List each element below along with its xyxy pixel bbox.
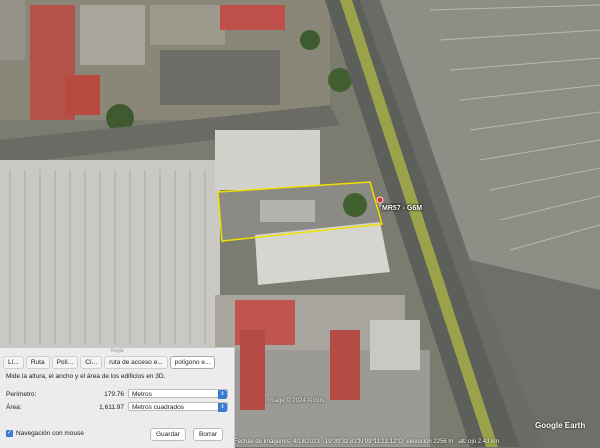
tab-path[interactable]: Ruta (25, 356, 50, 369)
area-label: Área: (6, 404, 22, 411)
tab-circle[interactable]: Cí... (80, 356, 103, 369)
checkmark-icon: ✓ (6, 430, 13, 437)
ruler-dialog: Regla Lí... Ruta Polí... Cí... ruta de a… (0, 347, 235, 448)
status-bar: Fechas de imágenes: 4/18/2023 19°39'32.8… (234, 437, 600, 447)
perimeter-label: Perímetro: (6, 391, 37, 398)
save-button[interactable]: Guardar (150, 428, 186, 441)
eye-altitude: alt. ojo 2.43 km (458, 439, 500, 445)
chevron-updown-icon: ⇕ (218, 403, 227, 412)
dialog-title: Regla (110, 348, 124, 354)
elevation: elevación 2256 m (406, 439, 454, 445)
mouse-navigation-checkbox[interactable]: ✓ Navegación con mouse (6, 430, 84, 437)
imagery-date: Fechas de imágenes: 4/18/2023 (234, 439, 320, 445)
chevron-updown-icon: ⇕ (218, 390, 227, 399)
area-value: 1,611.97 (99, 404, 124, 411)
tab-3d-path[interactable]: ruta de acceso e... (104, 356, 168, 369)
imagery-copyright: Image © 2024 Airbus (268, 398, 325, 404)
coordinates: 19°39'32.81"N 99°11'12.12"O (324, 439, 404, 445)
clear-button[interactable]: Borrar (193, 428, 224, 441)
perimeter-value: 179.76 (104, 391, 124, 398)
ruler-description: Mide la altura, el ancho y el área de lo… (6, 373, 166, 380)
tab-3d-polygon[interactable]: polígono e... (169, 356, 216, 369)
ruler-tabs: Lí... Ruta Polí... Cí... ruta de acceso … (3, 356, 216, 369)
tab-line[interactable]: Lí... (3, 356, 24, 369)
placemark-label[interactable]: MR57 - G6M (382, 205, 422, 212)
mouse-navigation-label: Navegación con mouse (16, 430, 84, 437)
google-earth-logo: Google Earth (535, 421, 586, 430)
tab-polygon[interactable]: Polí... (51, 356, 79, 369)
area-unit: Metros cuadrados (132, 404, 185, 411)
perimeter-unit-select[interactable]: Metros ⇕ (128, 389, 228, 399)
area-unit-select[interactable]: Metros cuadrados ⇕ (128, 402, 228, 412)
perimeter-unit: Metros (132, 391, 152, 398)
